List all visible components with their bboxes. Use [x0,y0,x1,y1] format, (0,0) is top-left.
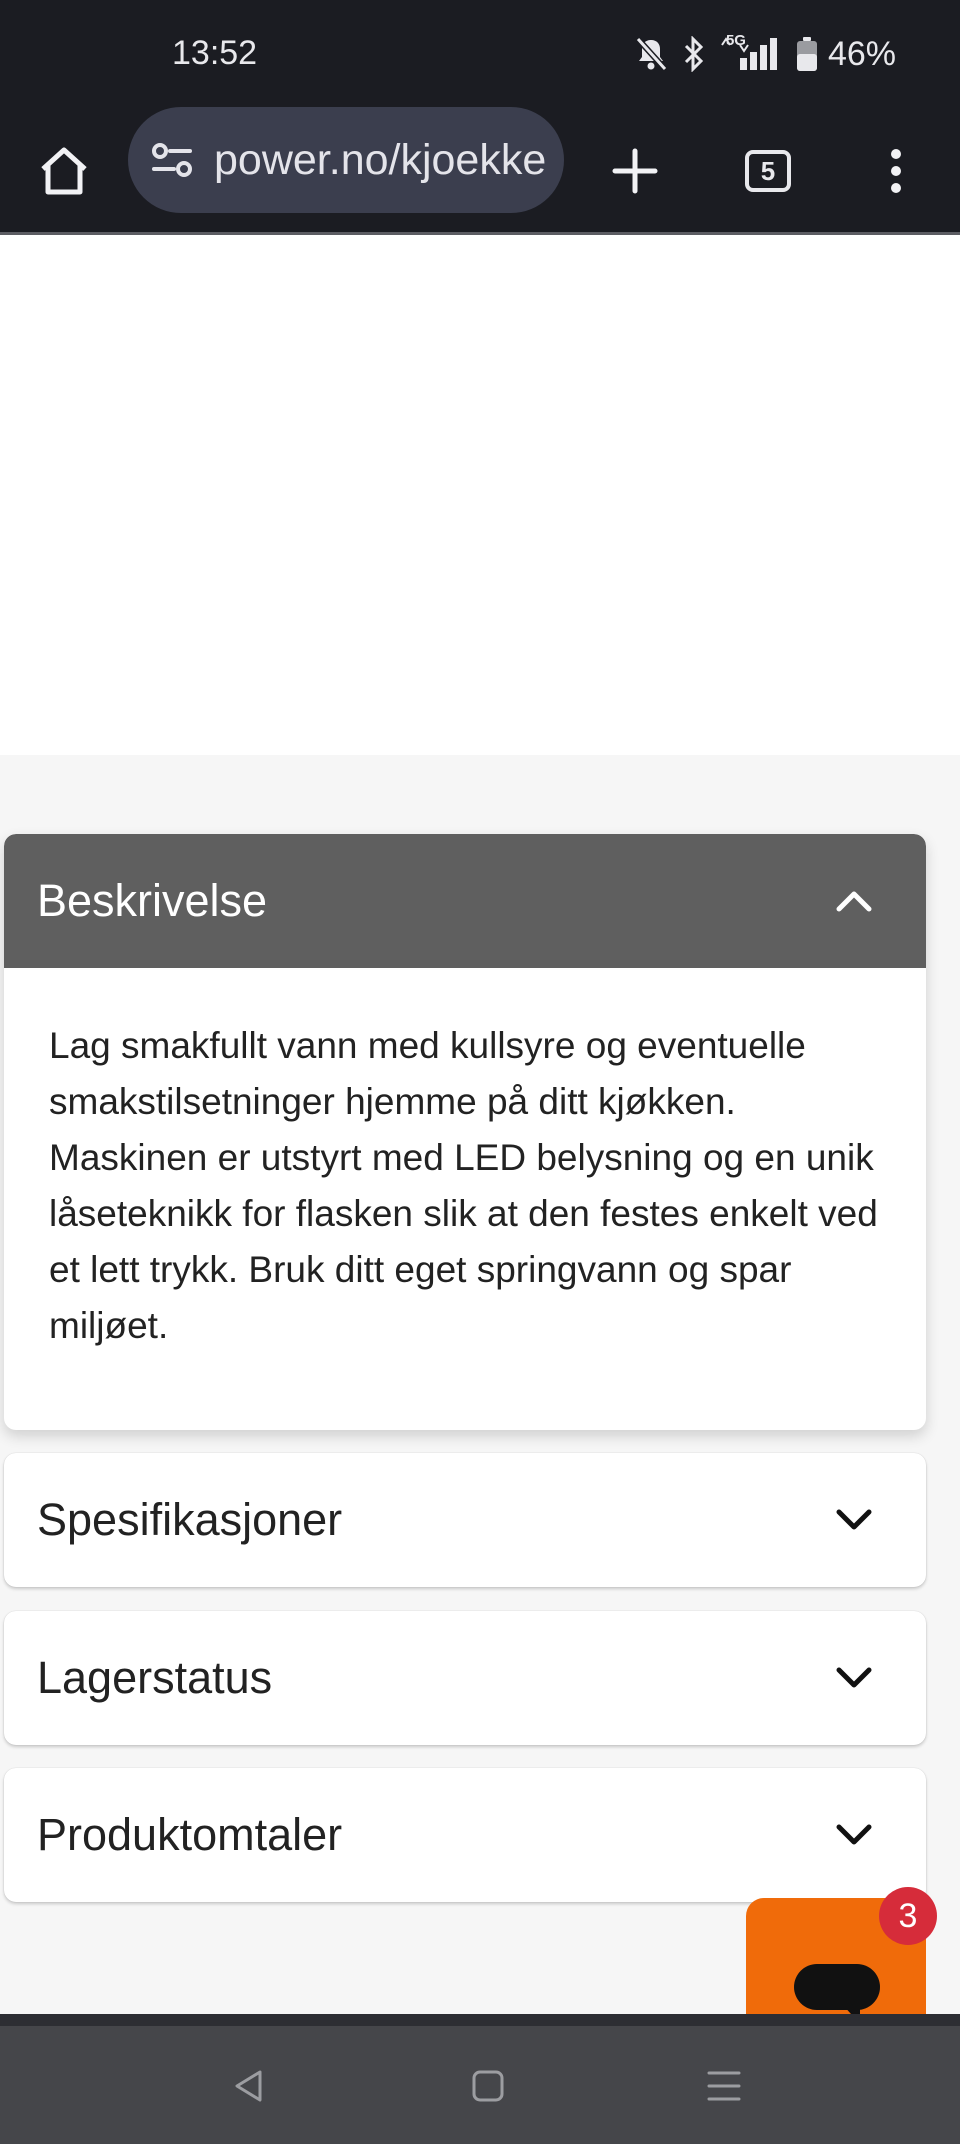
chevron-up-icon [836,891,872,912]
home-button[interactable] [19,126,109,216]
address-bar[interactable]: power.no/kjoekke [128,107,564,213]
accordion-product-reviews[interactable]: Produktomtaler [4,1768,926,1902]
new-tab-button[interactable] [590,126,680,216]
page-footer-edge [0,2014,960,2026]
status-bar: 13:52 5G 46% [0,0,960,108]
accordion-description: Beskrivelse Lag smakfullt vann med kulls… [4,834,926,1430]
tab-count: 5 [745,150,791,192]
nav-home-button[interactable] [456,2054,520,2118]
description-text: Lag smakfullt vann med kullsyre og event… [49,1025,878,1346]
plus-icon [612,148,658,194]
chat-badge: 3 [879,1887,937,1945]
tab-switcher-button[interactable]: 5 [723,126,813,216]
system-nav-bar [0,2026,960,2144]
url-text[interactable]: power.no/kjoekke [214,136,546,185]
mute-bell-icon [635,36,668,72]
chat-icon [794,1964,880,2010]
home-square-icon [472,2070,504,2102]
chevron-down-icon [836,1824,872,1845]
accordion-stock-status-header[interactable]: Lagerstatus [4,1611,926,1745]
menu-button[interactable] [851,126,941,216]
status-icons: 5G 46% [634,32,896,74]
product-image-area [0,235,960,755]
accordion-specifications-header[interactable]: Spesifikasjoner [4,1453,926,1587]
battery-icon [796,37,817,71]
accordion-title: Produktomtaler [37,1809,343,1860]
accordion-title: Beskrivelse [37,875,268,926]
bluetooth-icon [684,36,704,72]
home-icon [41,147,87,195]
accordion-specifications[interactable]: Spesifikasjoner [4,1453,926,1587]
accordion-description-header[interactable]: Beskrivelse [4,834,926,968]
signal-icon: 5G [720,32,782,72]
accordion-product-reviews-header[interactable]: Produktomtaler [4,1768,926,1902]
accordion-title: Lagerstatus [37,1652,273,1703]
chevron-down-icon [836,1667,872,1688]
accordion-title: Spesifikasjoner [37,1494,343,1545]
site-settings-icon[interactable] [150,138,194,182]
nav-recents-button[interactable] [692,2054,756,2118]
back-icon [235,2070,262,2102]
chevron-down-icon [836,1509,872,1530]
nav-back-button[interactable] [216,2054,280,2118]
accordion-stock-status[interactable]: Lagerstatus [4,1611,926,1745]
more-vert-icon [891,149,901,193]
battery-percent: 46% [827,34,896,73]
status-time: 13:52 [172,34,258,72]
recents-icon [707,2071,741,2101]
